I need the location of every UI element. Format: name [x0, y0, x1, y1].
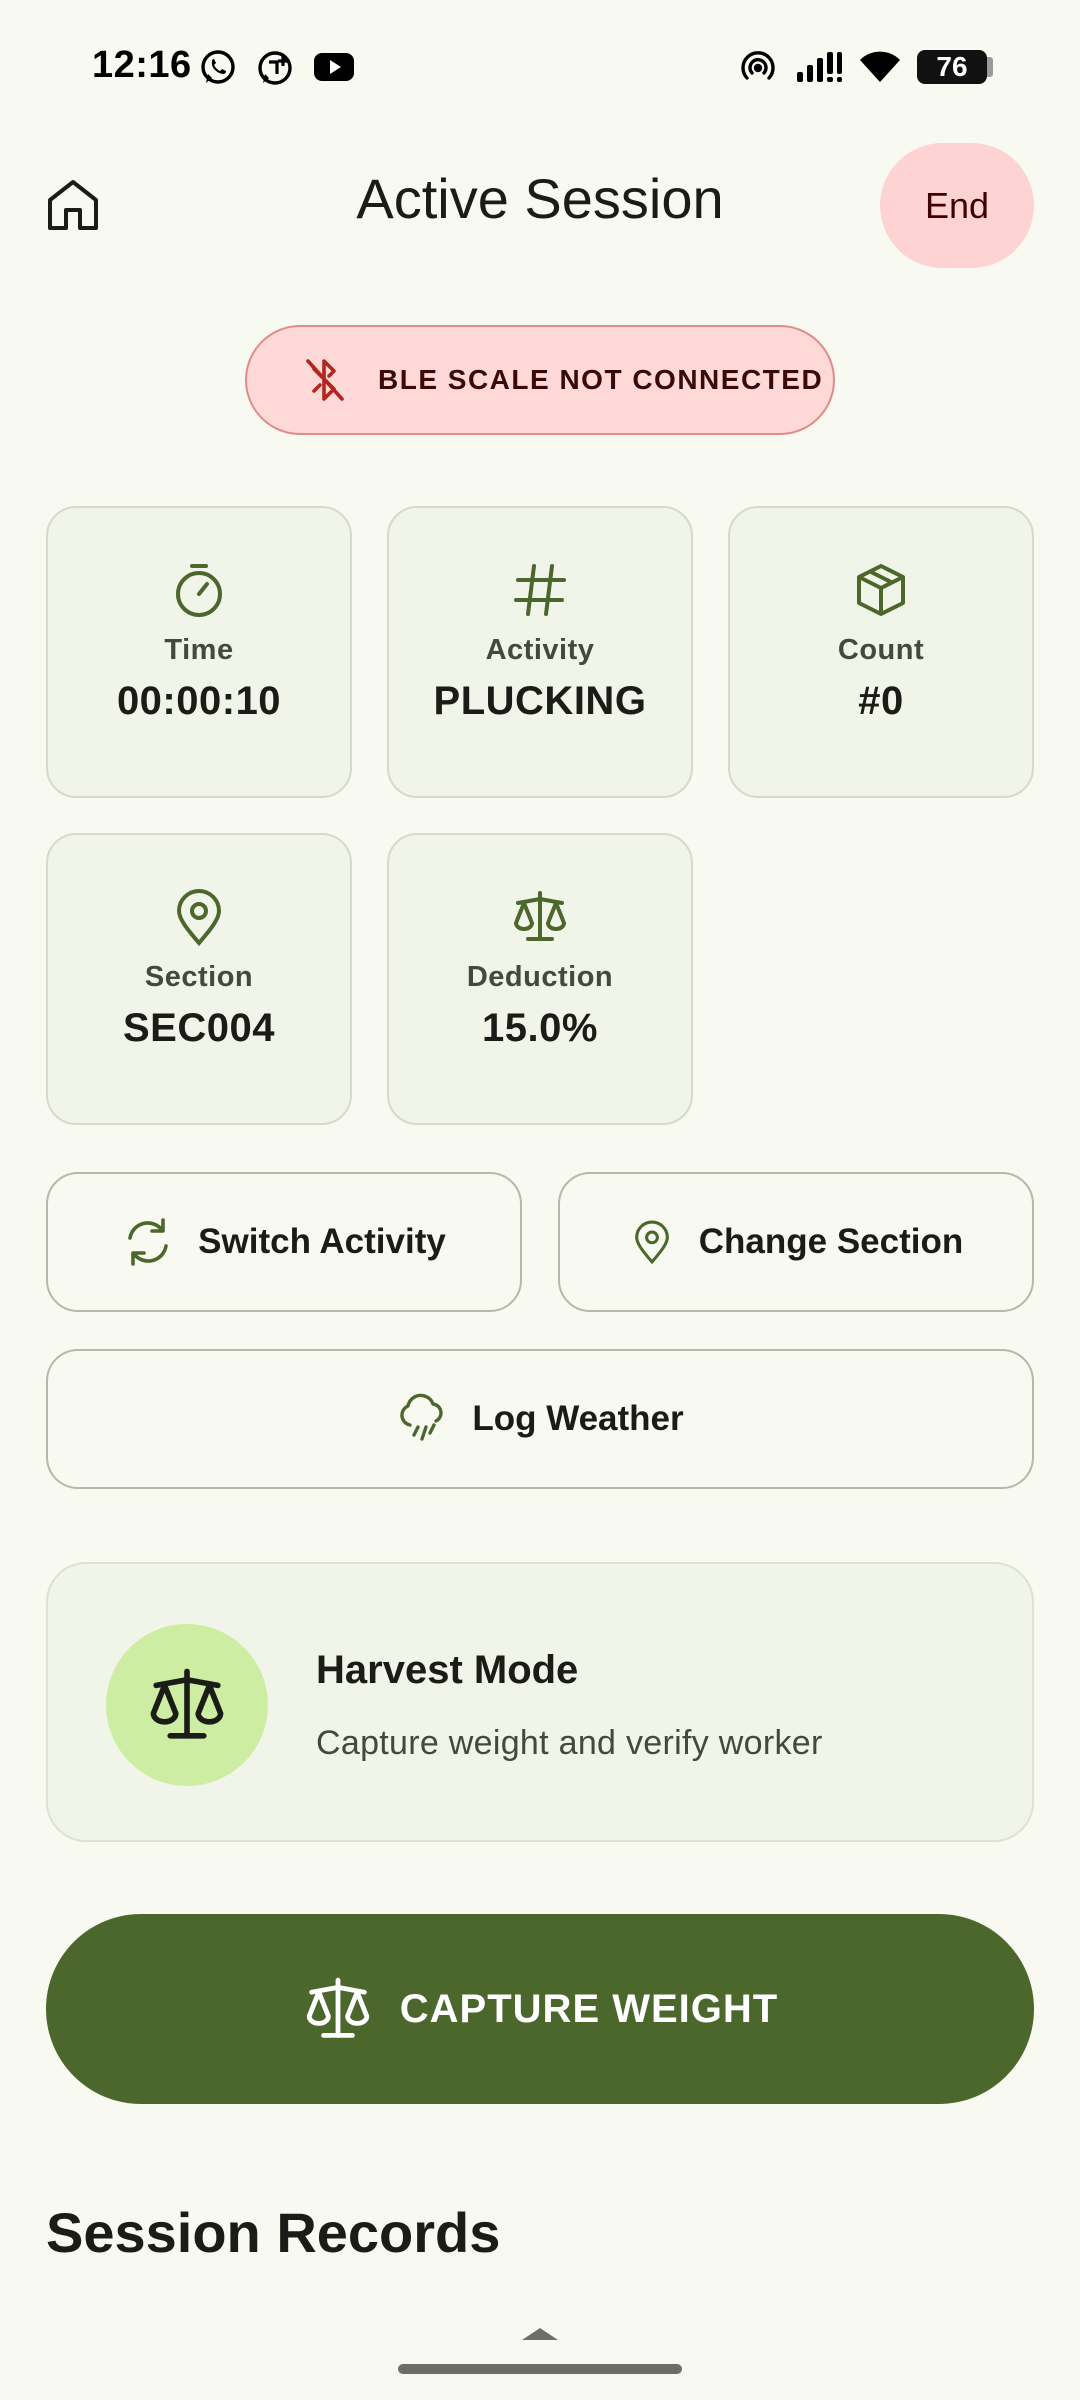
ble-status-text: BLE SCALE NOT CONNECTED: [378, 364, 824, 395]
section-tile: Section SEC004: [46, 833, 352, 1125]
status-bar: 12:16 76: [0, 0, 1080, 134]
tile-label: Activity: [485, 634, 595, 666]
tile-label: Time: [164, 634, 234, 666]
timer-icon: [176, 564, 222, 617]
capture-weight-label: CAPTURE WEIGHT: [399, 1986, 779, 2031]
tile-label: Deduction: [466, 961, 614, 993]
whatsapp-icon: [198, 48, 238, 88]
wifi-icon: [858, 48, 902, 88]
deduction-value: 15.0%: [482, 1006, 598, 1050]
change-section-label: Change Section: [698, 1222, 964, 1261]
scale-icon: [150, 1668, 224, 1739]
count-tile: Count #0: [728, 506, 1034, 798]
section-value: SEC004: [123, 1006, 275, 1050]
switch-activity-label: Switch Activity: [198, 1222, 446, 1261]
time-tile: Time 00:00:10: [46, 506, 352, 798]
tile-label: Count: [837, 634, 925, 666]
gesture-nav-bar[interactable]: [398, 2364, 682, 2374]
tile-label: Section: [144, 961, 254, 993]
hash-icon: [514, 564, 566, 616]
session-time-value: 00:00:10: [116, 679, 282, 723]
change-section-button[interactable]: Change Section: [558, 1172, 1034, 1312]
capture-weight-button[interactable]: CAPTURE WEIGHT: [46, 1914, 1034, 2104]
harvest-mode-card: Harvest Mode Capture weight and verify w…: [46, 1562, 1034, 1842]
end-session-button[interactable]: End: [880, 143, 1034, 268]
cloud-rain-icon: [400, 1393, 443, 1441]
refresh-icon: [128, 1218, 168, 1266]
youtube-icon: [313, 52, 355, 82]
ble-status-banner: BLE SCALE NOT CONNECTED: [245, 325, 835, 435]
status-time: 12:16: [92, 44, 192, 86]
battery-tip: [987, 57, 993, 77]
activity-value: PLUCKING: [433, 679, 647, 723]
harvest-mode-avatar: [106, 1624, 268, 1786]
battery-level: 76: [936, 51, 968, 82]
chevron-up-icon[interactable]: [520, 2326, 560, 2340]
log-weather-button[interactable]: Log Weather: [46, 1349, 1034, 1489]
bluetooth-disabled-icon: [306, 359, 344, 401]
switch-activity-button[interactable]: Switch Activity: [46, 1172, 522, 1312]
scale-icon: [514, 891, 566, 941]
hotspot-icon: [738, 48, 778, 88]
battery-icon: 76: [917, 50, 987, 84]
harvest-mode-subtitle: Capture weight and verify worker: [316, 1724, 823, 1762]
signal-icon: [795, 48, 843, 88]
activity-tile: Activity PLUCKING: [387, 506, 693, 798]
deduction-tile: Deduction 15.0%: [387, 833, 693, 1125]
log-weather-label: Log Weather: [472, 1399, 684, 1438]
count-value: #0: [858, 679, 904, 723]
location-pin-icon: [176, 889, 222, 947]
scale-icon: [306, 1977, 369, 2038]
harvest-mode-title: Harvest Mode: [316, 1648, 579, 1692]
session-records-title: Session Records: [46, 2201, 501, 2264]
location-pin-icon: [634, 1220, 669, 1265]
box-icon: [857, 564, 905, 616]
whatsapp-business-icon: [255, 48, 295, 88]
